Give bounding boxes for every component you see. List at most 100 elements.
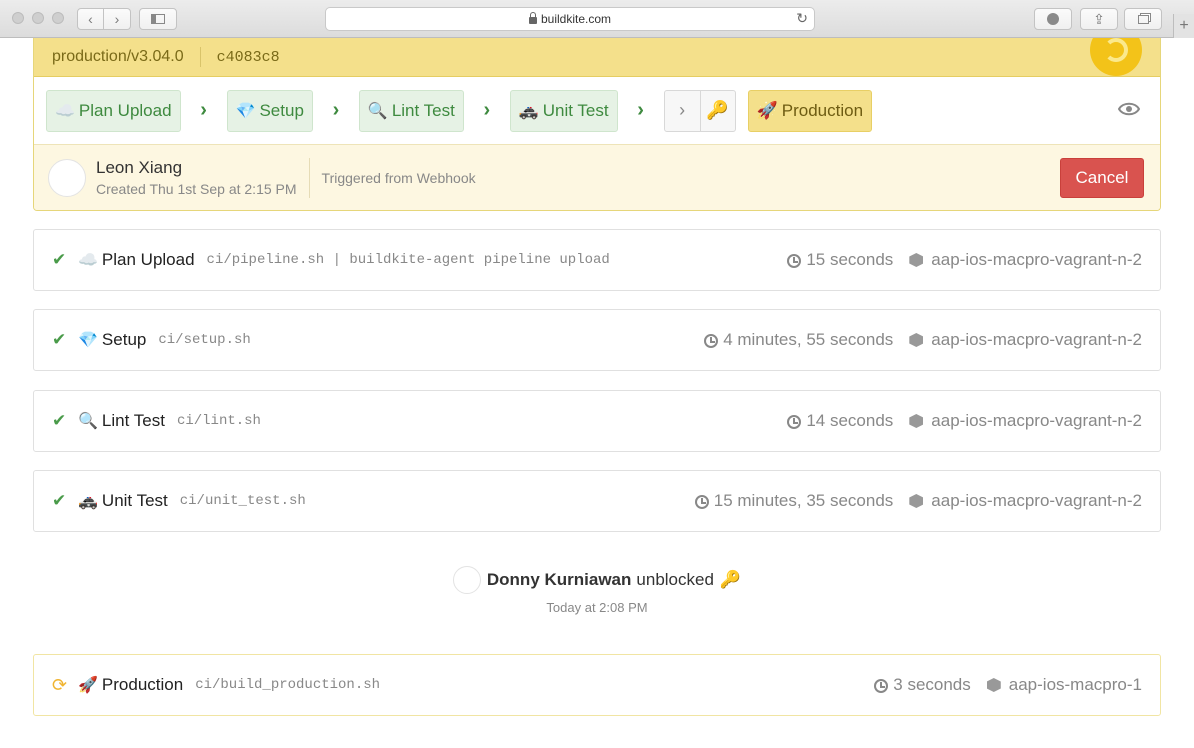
job-label: Production	[101, 675, 184, 694]
job-meta: 14 seconds aap-ios-macpro-vagrant-n-2	[787, 411, 1142, 431]
back-button[interactable]: ‹	[77, 8, 104, 30]
agent-name: aap-ios-macpro-1	[1008, 675, 1142, 694]
tabs-overview-button[interactable]	[1124, 8, 1162, 30]
magnifier-icon: 🔍	[367, 102, 388, 120]
tabs-icon	[1137, 14, 1149, 24]
unblock-time: Today at 2:08 PM	[546, 600, 648, 615]
cube-icon	[909, 253, 924, 267]
clock-icon	[874, 679, 889, 693]
job-command: ci/unit_test.sh	[179, 493, 306, 509]
job-duration: 15 minutes, 35 seconds	[713, 491, 894, 510]
browser-toolbar: ‹ › buildkite.com ↻ ⇪ +	[0, 0, 1194, 38]
share-button[interactable]: ⇪	[1080, 8, 1118, 30]
minimize-window-button[interactable]	[32, 12, 44, 24]
step-label: Lint Test	[391, 100, 455, 120]
job-label: Lint Test	[101, 411, 165, 430]
sidebar-toggle-button[interactable]	[139, 8, 177, 30]
gem-icon: 💎	[235, 102, 256, 120]
new-tab-button[interactable]: +	[1173, 14, 1194, 38]
build-status-icon	[1090, 38, 1142, 76]
job-agent[interactable]: aap-ios-macpro-1	[986, 675, 1142, 695]
step-chip-plan-upload[interactable]: ☁️ Plan Upload	[46, 89, 181, 132]
pipeline-steps: ☁️ Plan Upload › 💎 Setup › 🔍 Lint Test ›…	[34, 77, 1160, 145]
agent-name: aap-ios-macpro-vagrant-n-2	[931, 411, 1142, 430]
check-icon: ✔	[52, 250, 67, 269]
step-chip-production[interactable]: 🚀 Production	[747, 89, 873, 132]
job-row-unit-test[interactable]: ✔ 🚓 Unit Test ci/unit_test.sh 15 minutes…	[33, 470, 1161, 532]
step-chip-unit-test[interactable]: 🚓 Unit Test	[509, 89, 618, 132]
created-time: Created Thu 1st Sep at 2:15 PM	[96, 181, 297, 197]
job-duration: 14 seconds	[806, 411, 894, 430]
avatar	[48, 158, 86, 197]
key-icon: 🔑	[699, 90, 735, 131]
step-chip-setup[interactable]: 💎 Setup	[226, 89, 313, 132]
job-command: ci/setup.sh	[158, 332, 251, 348]
clock-icon	[787, 415, 802, 429]
job-meta: 15 minutes, 35 seconds aap-ios-macpro-va…	[694, 491, 1142, 511]
cloud-icon: ☁️	[55, 102, 75, 120]
job-row-production[interactable]: ⟳ 🚀 Production ci/build_production.sh 3 …	[33, 654, 1161, 716]
divider	[199, 47, 201, 67]
forward-button[interactable]: ›	[104, 8, 131, 30]
agent-name: aap-ios-macpro-vagrant-n-2	[931, 330, 1142, 349]
block-step-chip[interactable]: › 🔑	[663, 89, 736, 132]
check-icon: ✔	[52, 411, 67, 430]
agent-name: aap-ios-macpro-vagrant-n-2	[931, 250, 1142, 269]
cube-icon	[909, 494, 924, 508]
job-command: ci/pipeline.sh | buildkite-agent pipelin…	[206, 252, 610, 268]
job-meta: 15 seconds aap-ios-macpro-vagrant-n-2	[787, 250, 1142, 270]
unblock-event: Donny Kurniawan unblocked 🔑 Today at 2:0…	[0, 566, 1194, 615]
commit-hash[interactable]: c4083c8	[217, 49, 280, 66]
job-row-plan-upload[interactable]: ✔ ☁️ Plan Upload ci/pipeline.sh | buildk…	[33, 229, 1161, 291]
magnifier-icon: 🔍	[78, 413, 98, 430]
build-meta: Leon Xiang Created Thu 1st Sep at 2:15 P…	[34, 145, 1160, 210]
job-command: ci/lint.sh	[176, 413, 261, 429]
agent-name: aap-ios-macpro-vagrant-n-2	[931, 491, 1142, 510]
gem-icon: 💎	[78, 332, 98, 349]
history-nav: ‹ ›	[77, 8, 131, 30]
job-agent[interactable]: aap-ios-macpro-vagrant-n-2	[909, 411, 1142, 431]
job-row-lint-test[interactable]: ✔ 🔍 Lint Test ci/lint.sh 14 seconds aap-…	[33, 390, 1161, 452]
step-label: Setup	[259, 100, 304, 120]
cancel-button[interactable]: Cancel	[1060, 158, 1144, 198]
trigger-source: Triggered from Webhook	[321, 169, 476, 186]
share-icon: ⇪	[1093, 10, 1105, 27]
zoom-window-button[interactable]	[52, 12, 64, 24]
clock-icon	[787, 254, 802, 268]
step-label: Plan Upload	[78, 100, 172, 120]
job-agent[interactable]: aap-ios-macpro-vagrant-n-2	[909, 491, 1142, 511]
job-command: ci/build_production.sh	[195, 677, 381, 693]
reload-icon[interactable]: ↻	[796, 10, 808, 27]
url-text: buildkite.com	[540, 12, 612, 26]
check-icon: ✔	[52, 330, 67, 349]
running-spinner-icon: ⟳	[52, 674, 68, 695]
cube-icon	[909, 414, 924, 428]
unblock-action: unblocked	[636, 570, 714, 589]
key-icon: 🔑	[719, 570, 742, 589]
branch-name[interactable]: production/v3.04.0	[52, 48, 184, 66]
build-header: production/v3.04.0 c4083c8 ☁️ Plan Uploa…	[33, 38, 1161, 211]
step-label: Production	[781, 100, 864, 120]
job-agent[interactable]: aap-ios-macpro-vagrant-n-2	[909, 330, 1142, 350]
rocket-icon: 🚀	[78, 677, 98, 694]
creator-name: Leon Xiang	[96, 158, 183, 177]
lock-icon	[528, 11, 537, 24]
avatar	[452, 566, 481, 594]
cloud-icon: ☁️	[78, 252, 98, 269]
address-bar[interactable]: buildkite.com ↻	[325, 7, 815, 31]
download-icon	[1047, 13, 1059, 25]
sidebar-icon	[151, 14, 165, 24]
clock-icon	[694, 495, 709, 509]
job-row-setup[interactable]: ✔ 💎 Setup ci/setup.sh 4 minutes, 55 seco…	[33, 309, 1161, 371]
step-chip-lint-test[interactable]: 🔍 Lint Test	[358, 89, 464, 132]
job-duration: 3 seconds	[893, 675, 971, 694]
chevron-right-icon: ›	[200, 99, 207, 121]
job-agent[interactable]: aap-ios-macpro-vagrant-n-2	[909, 250, 1142, 270]
close-window-button[interactable]	[12, 12, 24, 24]
cube-icon	[909, 333, 924, 347]
eye-icon[interactable]	[1118, 102, 1140, 116]
divider	[308, 157, 310, 198]
cube-icon	[986, 678, 1001, 692]
downloads-button[interactable]	[1034, 8, 1072, 30]
chevron-right-icon: ›	[483, 99, 491, 121]
